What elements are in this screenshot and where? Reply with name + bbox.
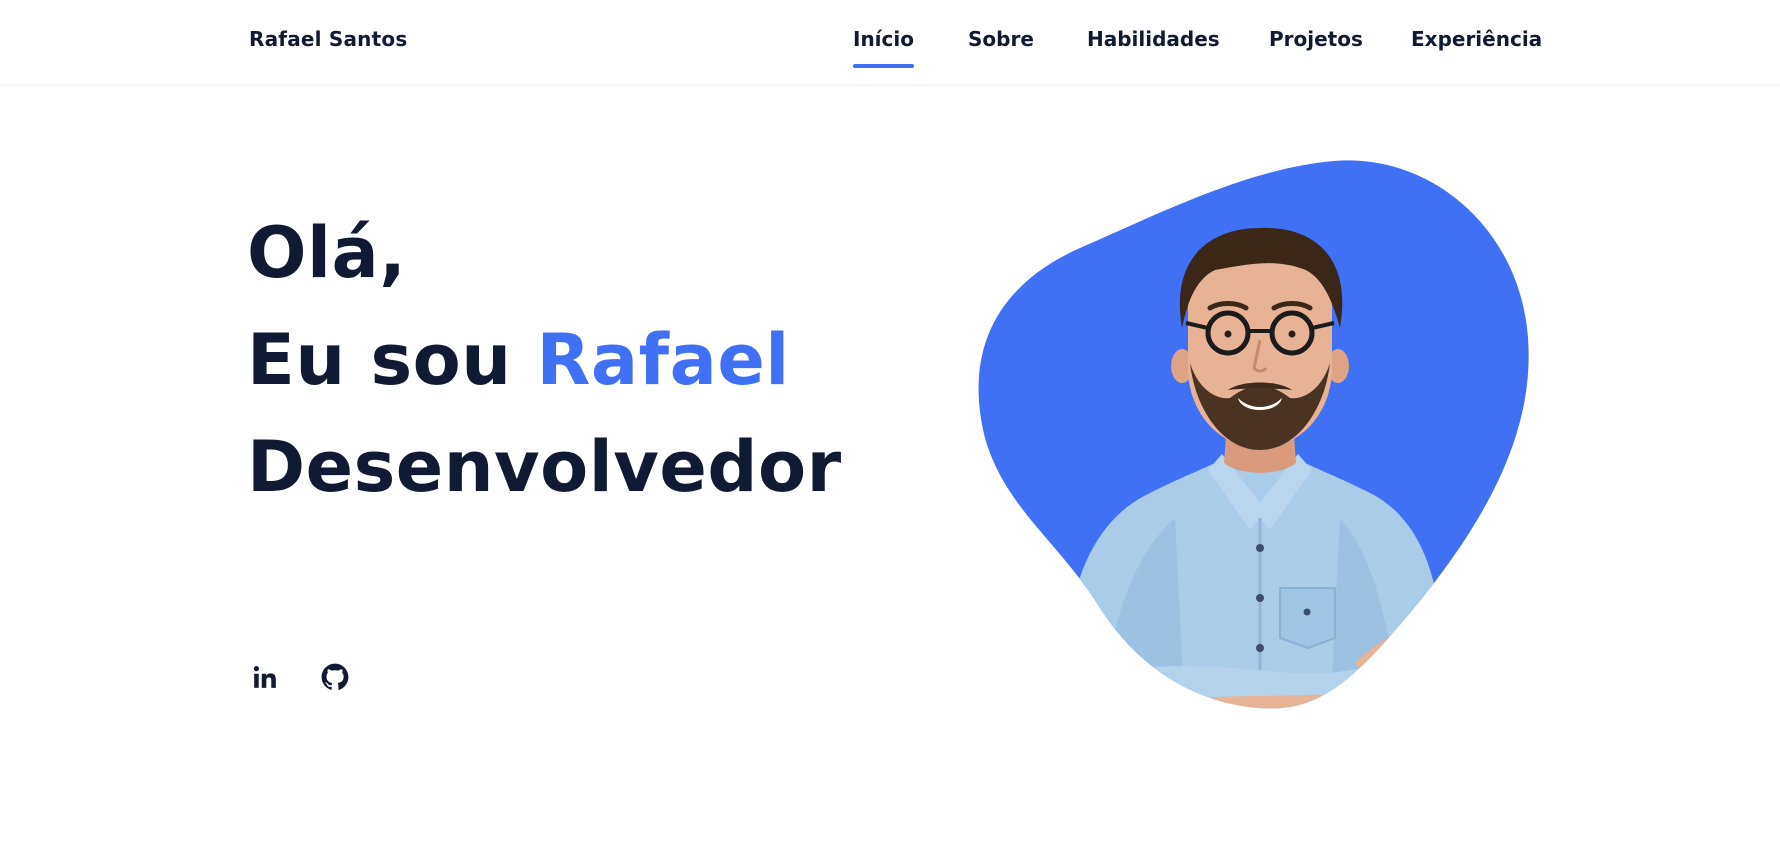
nav-item-projetos[interactable]: Projetos <box>1269 27 1363 51</box>
hero-name: Rafael <box>536 319 790 401</box>
github-icon <box>321 663 349 695</box>
github-link[interactable] <box>320 663 350 695</box>
linkedin-icon <box>252 664 278 694</box>
nav-item-label: Início <box>853 27 914 51</box>
hero-greeting: Olá, <box>247 212 407 294</box>
hero-role: Desenvolvedor <box>247 426 842 508</box>
site-header: Rafael Santos Início Sobre Habilidades P… <box>0 0 1780 84</box>
active-nav-indicator <box>853 64 914 68</box>
hero-intro-line: Eu sou Rafael <box>247 307 842 414</box>
nav-item-sobre[interactable]: Sobre <box>968 27 1034 51</box>
profile-illustration <box>960 158 1540 713</box>
nav-item-experiencia[interactable]: Experiência <box>1411 27 1542 51</box>
nav-item-inicio[interactable]: Início <box>853 27 914 68</box>
linkedin-link[interactable] <box>250 664 280 694</box>
nav-item-habilidades[interactable]: Habilidades <box>1087 27 1220 51</box>
nav-item-label: Habilidades <box>1087 27 1220 51</box>
hero-heading: Olá, Eu sou Rafael Desenvolvedor <box>247 200 842 521</box>
main-nav: Início Sobre Habilidades Projetos Experi… <box>0 27 1780 68</box>
nav-item-label: Experiência <box>1411 27 1543 51</box>
nav-item-label: Projetos <box>1269 27 1363 51</box>
hero-intro: Eu sou <box>247 319 537 401</box>
nav-item-label: Sobre <box>968 27 1034 51</box>
